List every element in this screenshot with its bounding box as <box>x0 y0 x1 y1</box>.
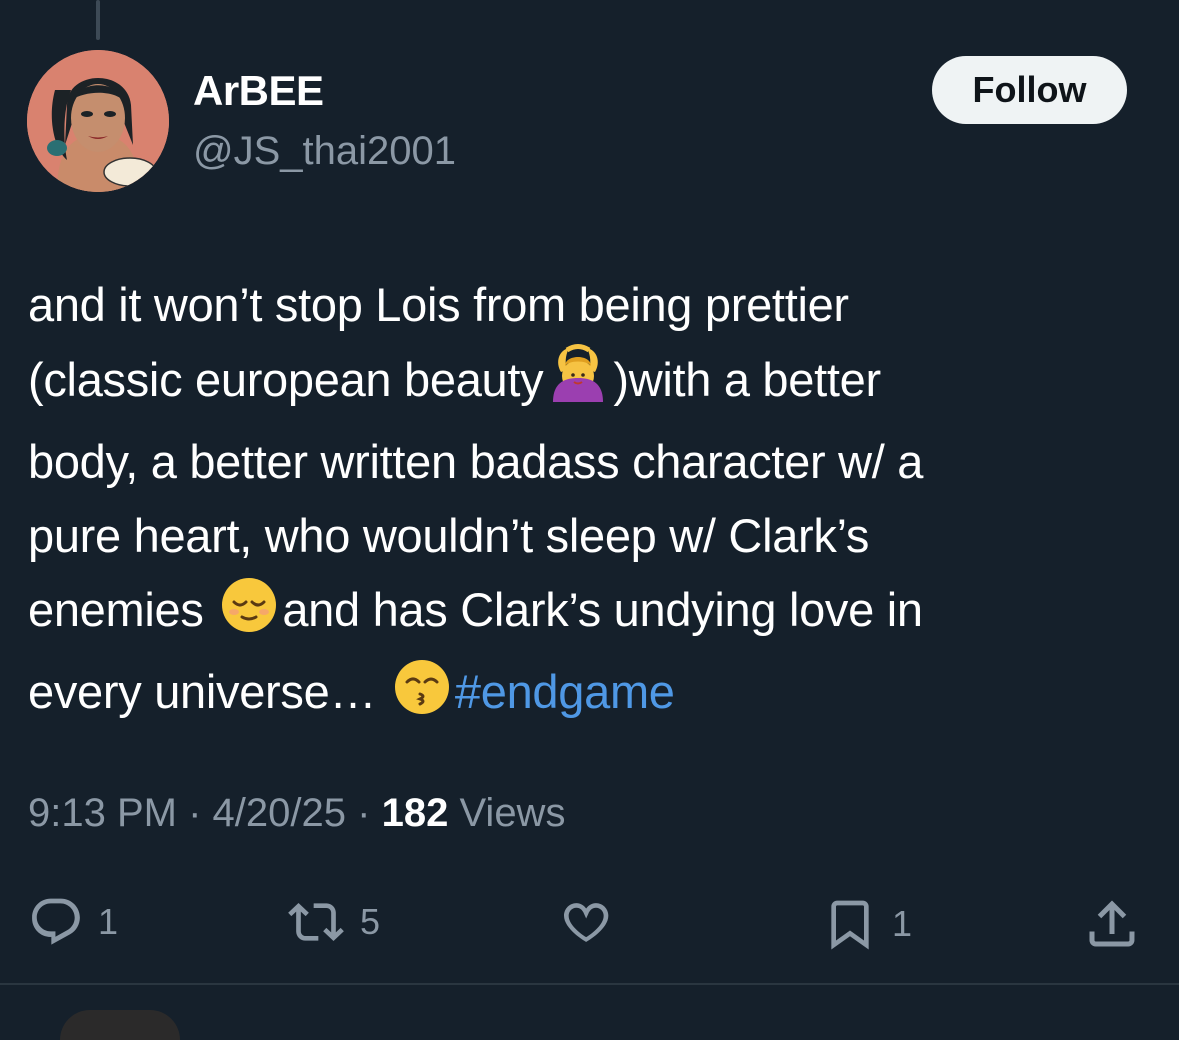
tweet-actions-bar: 1 5 1 <box>0 880 1179 960</box>
like-button[interactable] <box>556 894 614 950</box>
relieved-face-emoji-icon <box>220 576 278 655</box>
views-count: 182 <box>381 791 449 835</box>
tweet-date[interactable]: 4/20/25 <box>213 791 346 835</box>
meta-separator: · <box>188 791 202 835</box>
reply-button[interactable]: 1 <box>28 894 118 950</box>
bookmark-count: 1 <box>892 903 913 944</box>
tweet-line: body, a better written badass character … <box>28 435 924 488</box>
next-tweet-avatar-peek <box>60 1010 180 1040</box>
like-icon <box>564 903 609 942</box>
tweet-line: )with a better <box>613 353 881 406</box>
reply-count: 1 <box>98 901 119 942</box>
bookmark-button[interactable]: 1 <box>822 894 912 954</box>
meta-separator: · <box>357 791 371 835</box>
avatar[interactable] <box>27 50 169 192</box>
views-label: Views <box>459 791 566 835</box>
share-button[interactable] <box>1082 894 1142 954</box>
woman-gesturing-ok-emoji-icon <box>547 342 609 425</box>
thread-connector-line <box>96 0 100 40</box>
share-icon <box>1089 900 1135 947</box>
hashtag-link[interactable]: #endgame <box>455 665 675 718</box>
tweet-line: (classic european beauty <box>28 353 544 406</box>
author-display-name[interactable]: ArBEE <box>193 66 324 116</box>
kissing-smiling-eyes-emoji-icon <box>393 658 451 737</box>
author-handle[interactable]: @JS_thai2001 <box>193 126 456 176</box>
tweet-line: pure heart, who wouldn’t sleep w/ Clark’… <box>28 509 870 562</box>
tweet-time[interactable]: 9:13 PM <box>28 791 177 835</box>
follow-button[interactable]: Follow <box>932 56 1127 124</box>
bookmark-icon <box>831 900 869 950</box>
avatar-illustration <box>27 50 169 192</box>
tweet-line: enemies <box>28 583 217 636</box>
repost-count: 5 <box>360 901 381 942</box>
tweet-text: and it won’t stop Lois from being pretti… <box>28 268 1158 737</box>
repost-button[interactable]: 5 <box>286 894 380 950</box>
tweet-line: every universe… <box>28 665 389 718</box>
repost-icon <box>288 903 344 941</box>
tweet-line: and has Clark’s undying love in <box>282 583 923 636</box>
tweet-metadata: 9:13 PM · 4/20/25 · 182 Views <box>28 785 565 841</box>
reply-icon <box>32 898 80 945</box>
divider <box>0 983 1179 985</box>
tweet-line: and it won’t stop Lois from being pretti… <box>28 278 849 331</box>
